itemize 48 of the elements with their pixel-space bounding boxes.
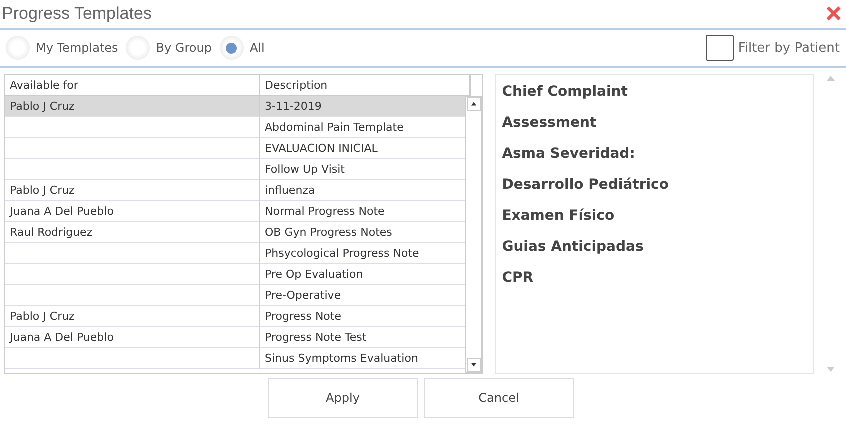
table-cell[interactable] xyxy=(5,138,260,159)
table-cell[interactable]: Progress Note xyxy=(260,306,466,327)
table-cell[interactable]: Progress Note Test xyxy=(260,327,466,348)
section-heading: Asma Severidad: xyxy=(502,145,636,164)
table-cell[interactable]: Normal Progress Note xyxy=(260,201,466,222)
table-cell[interactable]: Follow Up Visit xyxy=(260,159,466,180)
column-header[interactable]: Description xyxy=(260,75,470,96)
table-cell[interactable] xyxy=(5,117,260,138)
table-cell[interactable] xyxy=(5,348,260,369)
table-cell[interactable]: Juana A Del Pueblo xyxy=(5,201,260,222)
table-cell[interactable]: Abdominal Pain Template xyxy=(260,117,466,138)
table-cell[interactable]: 3-11-2019 xyxy=(260,96,466,117)
section-heading: CPR xyxy=(502,269,535,288)
scroll-up-icon[interactable] xyxy=(466,97,481,111)
section-heading: Examen Físico xyxy=(502,207,616,226)
table-cell[interactable]: influenza xyxy=(260,180,466,201)
dialog-button[interactable]: Apply xyxy=(268,378,418,418)
window-title: Progress Templates xyxy=(2,4,152,24)
table-cell[interactable]: Raul Rodriguez xyxy=(5,222,260,243)
table-cell[interactable] xyxy=(5,243,260,264)
scrollbar[interactable] xyxy=(465,96,482,373)
section-heading: Desarrollo Pediátrico xyxy=(502,176,670,195)
table-cell[interactable] xyxy=(5,264,260,285)
section-heading: Assessment xyxy=(502,114,598,133)
dialog-button[interactable]: Cancel xyxy=(424,378,574,418)
table-cell[interactable]: OB Gyn Progress Notes xyxy=(260,222,466,243)
filter-radio[interactable]: My Templates xyxy=(6,36,118,60)
table-cell[interactable]: Pre-Operative xyxy=(260,285,466,306)
table-cell[interactable] xyxy=(5,159,260,180)
filter-radio[interactable]: By Group xyxy=(126,36,212,60)
table-cell[interactable] xyxy=(5,285,260,306)
table-cell[interactable]: EVALUACION INICIAL xyxy=(260,138,466,159)
table-cell[interactable]: Juana A Del Pueblo xyxy=(5,327,260,348)
column-header[interactable]: Available for xyxy=(5,75,260,96)
table-cell[interactable]: Pablo J Cruz xyxy=(5,180,260,201)
radio-icon[interactable] xyxy=(220,36,244,60)
section-heading: Chief Complaint xyxy=(502,83,629,102)
filter-by-patient-label: Filter by Patient xyxy=(738,40,840,56)
table-cell[interactable]: Phsycological Progress Note xyxy=(260,243,466,264)
filter-radio[interactable]: All xyxy=(220,36,265,60)
scroll-down-icon[interactable] xyxy=(466,358,481,372)
table-cell[interactable]: Pablo J Cruz xyxy=(5,96,260,117)
table-cell[interactable]: Pre Op Evaluation xyxy=(260,264,466,285)
section-heading: Guias Anticipadas xyxy=(502,238,645,257)
filter-by-patient-checkbox[interactable] xyxy=(706,35,734,61)
table-cell[interactable]: Sinus Symptoms Evaluation xyxy=(260,348,466,369)
table-cell[interactable]: Pablo J Cruz xyxy=(5,306,260,327)
close-button[interactable]: × xyxy=(822,2,846,26)
